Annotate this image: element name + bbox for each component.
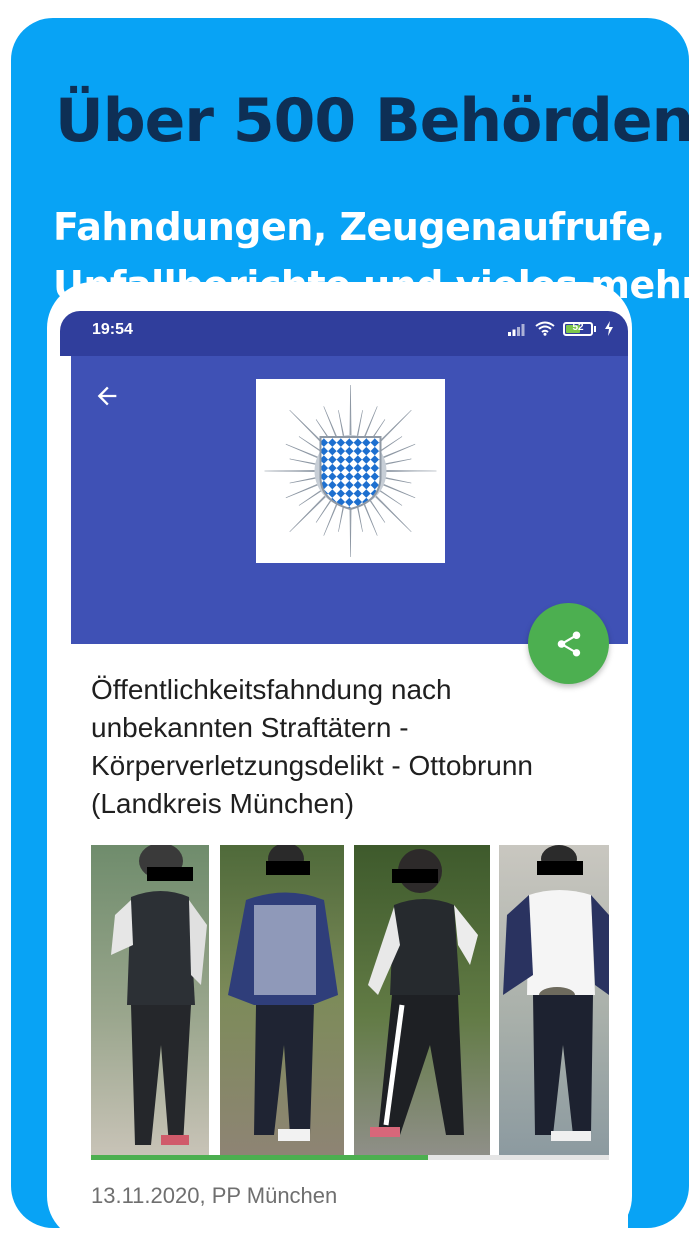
- suspect-photo-3[interactable]: [354, 845, 490, 1155]
- suspect-photo-4[interactable]: [499, 845, 609, 1155]
- article-title: Öffentlichkeitsfahndung nach unbekannten…: [91, 674, 533, 819]
- agency-logo: [256, 379, 445, 563]
- battery-cap: [594, 325, 596, 332]
- battery-level: 52: [572, 321, 584, 333]
- arrow-back-icon[interactable]: [93, 382, 121, 410]
- signal-icon: [508, 323, 525, 336]
- app-bar: [71, 356, 628, 644]
- charging-icon: [605, 321, 613, 336]
- status-icons: 52: [507, 321, 614, 336]
- status-time: 19:54: [92, 321, 133, 338]
- article-date-source: 13.11.2020, PP München: [91, 1183, 338, 1208]
- battery-icon: 52: [563, 321, 596, 336]
- status-bar: 19:54 52: [60, 311, 628, 356]
- wifi-icon: [535, 321, 555, 336]
- gallery-progress-track: [91, 1155, 609, 1160]
- battery-body: 52: [563, 321, 593, 336]
- polizei-star-icon: [264, 384, 437, 558]
- suspect-photo-1[interactable]: [91, 845, 209, 1155]
- share-icon: [557, 631, 580, 656]
- photo-gallery[interactable]: [91, 845, 609, 1160]
- suspect-photo-2[interactable]: [220, 845, 344, 1155]
- phone-screen: 19:54 52 Öffentlichkeitsfahndung nach un…: [60, 311, 628, 1251]
- promo-subline-line-1: Fahndungen, Zeugenaufrufe,: [53, 205, 665, 249]
- promo-headline: Über 500 Behörden: [55, 86, 689, 156]
- gallery-progress-fill: [91, 1155, 428, 1160]
